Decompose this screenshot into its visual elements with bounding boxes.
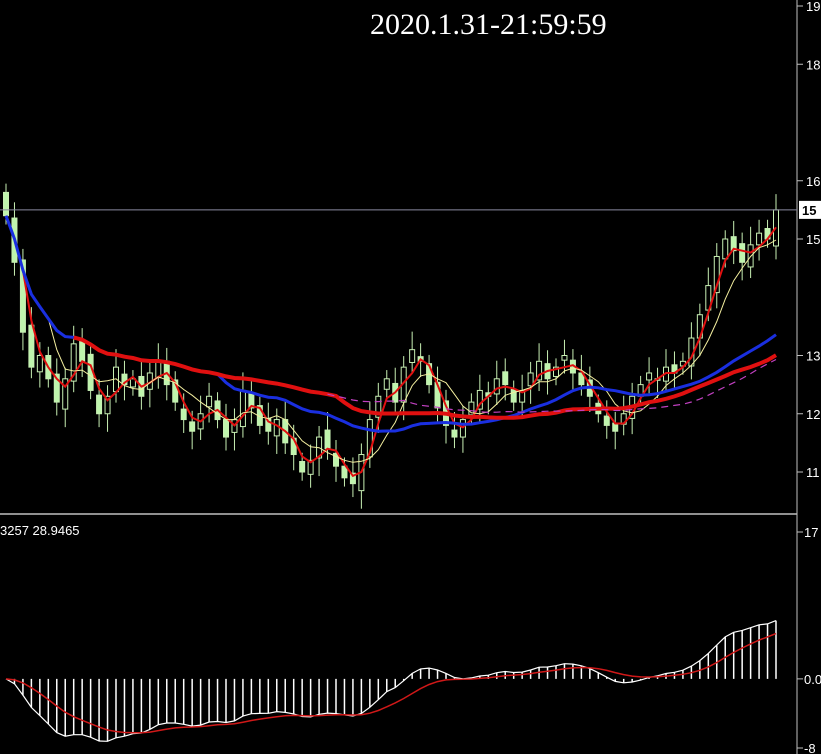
- indicator-tick-label: -8: [804, 741, 816, 754]
- macd-histogram: [13, 620, 777, 742]
- indicator-axis: 17 0.0 -8: [797, 525, 821, 754]
- datetime-label: 2020.1.31-21:59:59: [370, 8, 607, 41]
- price-tick-label: 18: [806, 57, 820, 72]
- price-tick-label: 12: [806, 407, 820, 422]
- trading-chart[interactable]: 15 2020.1.31-21:59:59 19 18 16 15 13 12 11 325…: [0, 0, 821, 754]
- macd-indicator-pane[interactable]: 3257 28.9465: [0, 523, 777, 742]
- price-axis: 19 18 16 15 13 12 11: [797, 0, 820, 480]
- indicator-tick-label: 0.0: [804, 672, 821, 687]
- price-tick-label: 11: [806, 465, 820, 480]
- price-tick-label: 16: [806, 174, 820, 189]
- current-price-label: 15: [802, 203, 816, 218]
- macd-lines: [5, 620, 777, 742]
- main-price-pane[interactable]: [0, 0, 797, 512]
- signal-line: [5, 632, 777, 734]
- current-price-tag: 15: [799, 200, 821, 219]
- macd-line: [5, 620, 777, 742]
- price-tick-label: 13: [806, 349, 820, 364]
- indicator-tick-label: 17: [804, 525, 818, 540]
- indicator-values-label: 3257 28.9465: [0, 523, 80, 538]
- price-tick-label: 15: [806, 232, 820, 247]
- price-tick-label: 19: [806, 0, 820, 14]
